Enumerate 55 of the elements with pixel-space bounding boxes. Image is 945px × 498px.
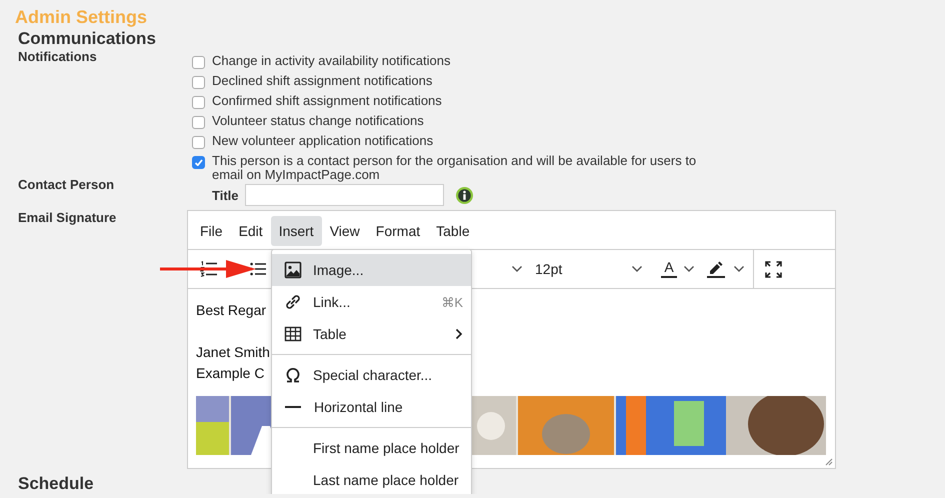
section-title: Communications: [18, 28, 157, 49]
field-label: Email Signature: [18, 210, 118, 227]
chevron-down-icon[interactable]: [631, 265, 643, 273]
chevron-down-icon[interactable]: [511, 265, 523, 273]
checkbox-label: New volunteer application notifications: [212, 134, 434, 148]
checkmark-icon: [194, 159, 202, 166]
chevron-down-icon[interactable]: [683, 265, 695, 273]
menu-item[interactable]: Link... ⌘K: [272, 286, 471, 318]
fullscreen-icon[interactable]: [765, 260, 782, 278]
page-title: Admin Settings: [15, 7, 148, 28]
signature-text: Best Regar: [196, 301, 266, 320]
checkbox[interactable]: [192, 116, 205, 129]
checkbox-label: Change in activity availability notifications: [212, 54, 450, 68]
menu-item[interactable]: First name place holder: [272, 432, 471, 464]
checkbox[interactable]: [192, 56, 205, 69]
link-icon: [284, 293, 302, 311]
resize-handle[interactable]: [825, 458, 833, 466]
info-icon[interactable]: [456, 186, 472, 204]
checkbox[interactable]: [192, 156, 205, 169]
checkbox[interactable]: [192, 136, 205, 149]
title-input[interactable]: [244, 184, 444, 206]
omega-icon: [284, 366, 302, 384]
field-label: Notifications: [18, 49, 98, 66]
field-label: Contact Person: [18, 177, 116, 194]
horizontal-line-icon: [285, 406, 301, 408]
numbered-list-icon[interactable]: [200, 261, 218, 277]
shortcut-label: ⌘K: [441, 294, 463, 310]
menu-item[interactable]: Special character...: [272, 359, 471, 391]
checkbox-label: Volunteer status change notifications: [212, 114, 424, 128]
image-icon: [284, 261, 302, 279]
menu-bar-item[interactable]: Insert: [270, 216, 322, 246]
menu-bar-item[interactable]: Table: [428, 216, 478, 246]
field-label: Title: [212, 188, 238, 202]
text-color-button[interactable]: A: [659, 260, 679, 278]
table-icon: [284, 325, 302, 343]
menu-item[interactable]: Image...: [272, 254, 471, 286]
menu-bar-item[interactable]: View: [322, 216, 368, 246]
menu-bar-item[interactable]: Format: [368, 216, 428, 246]
signature-text: Example C: [196, 364, 264, 383]
bullet-list-icon[interactable]: [250, 262, 266, 276]
checkbox[interactable]: [192, 96, 205, 109]
checkbox-label: Declined shift assignment notifications: [212, 74, 432, 88]
menu-item[interactable]: Last name place holder: [272, 464, 471, 494]
font-size-select[interactable]: 12pt: [535, 261, 631, 277]
menu-bar-item[interactable]: File: [192, 216, 231, 246]
chevron-down-icon[interactable]: [733, 265, 745, 273]
checkbox-label: This person is a contact person for the organisation and will be available for users to email on MyImpactPage.com: [212, 154, 698, 182]
highlighter-icon[interactable]: [707, 260, 725, 278]
signature-text: Janet Smith: [196, 343, 270, 362]
menu-item[interactable]: Table: [272, 318, 471, 350]
section-title: Schedule: [18, 473, 94, 494]
menu-bar-item[interactable]: Edit: [230, 216, 271, 246]
menu-item[interactable]: Horizontal line: [272, 391, 471, 423]
checkbox-label: Confirmed shift assignment notifications: [212, 94, 442, 108]
checkbox[interactable]: [192, 76, 205, 89]
